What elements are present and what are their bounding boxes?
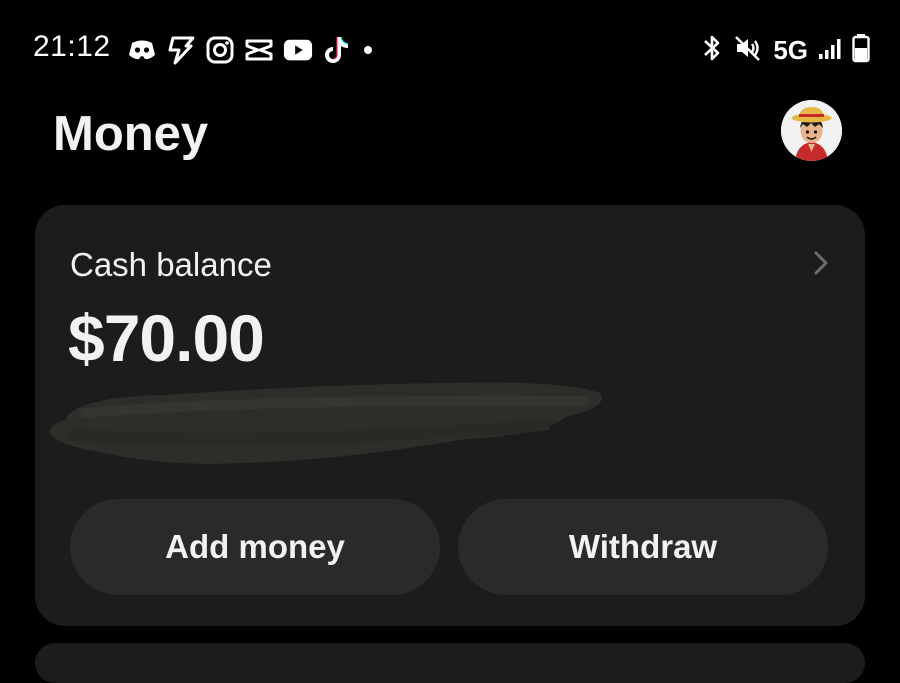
discord-icon (127, 35, 157, 65)
chevron-right-icon[interactable] (811, 249, 831, 277)
status-time: 21:12 (33, 30, 111, 63)
next-card-edge (35, 643, 865, 683)
bluetooth-icon (701, 33, 723, 68)
battery-icon (852, 33, 870, 68)
cash-balance-card[interactable]: Cash balance $70.00 Add money Withdraw (35, 205, 865, 626)
muted-icon (733, 33, 763, 68)
add-money-button[interactable]: Add money (70, 499, 440, 595)
redaction-scribble (49, 382, 602, 464)
signal-icon (818, 36, 842, 65)
network-label: 5G (773, 34, 808, 65)
status-bar: 21:12 5G (0, 0, 900, 100)
page-title: Money (53, 107, 209, 161)
withdraw-button[interactable]: Withdraw (458, 499, 828, 595)
bolt-icon (166, 35, 196, 65)
cash-balance-label: Cash balance (70, 246, 272, 283)
notification-icons (127, 34, 375, 66)
profile-avatar[interactable] (781, 100, 842, 161)
dot-icon (361, 35, 375, 65)
youtube-icon (283, 35, 313, 65)
tiktok-icon (322, 35, 352, 65)
cash-balance-amount: $70.00 (68, 301, 265, 375)
capcut-icon (244, 35, 274, 65)
system-icons: 5G (701, 33, 870, 68)
instagram-icon (205, 35, 235, 65)
